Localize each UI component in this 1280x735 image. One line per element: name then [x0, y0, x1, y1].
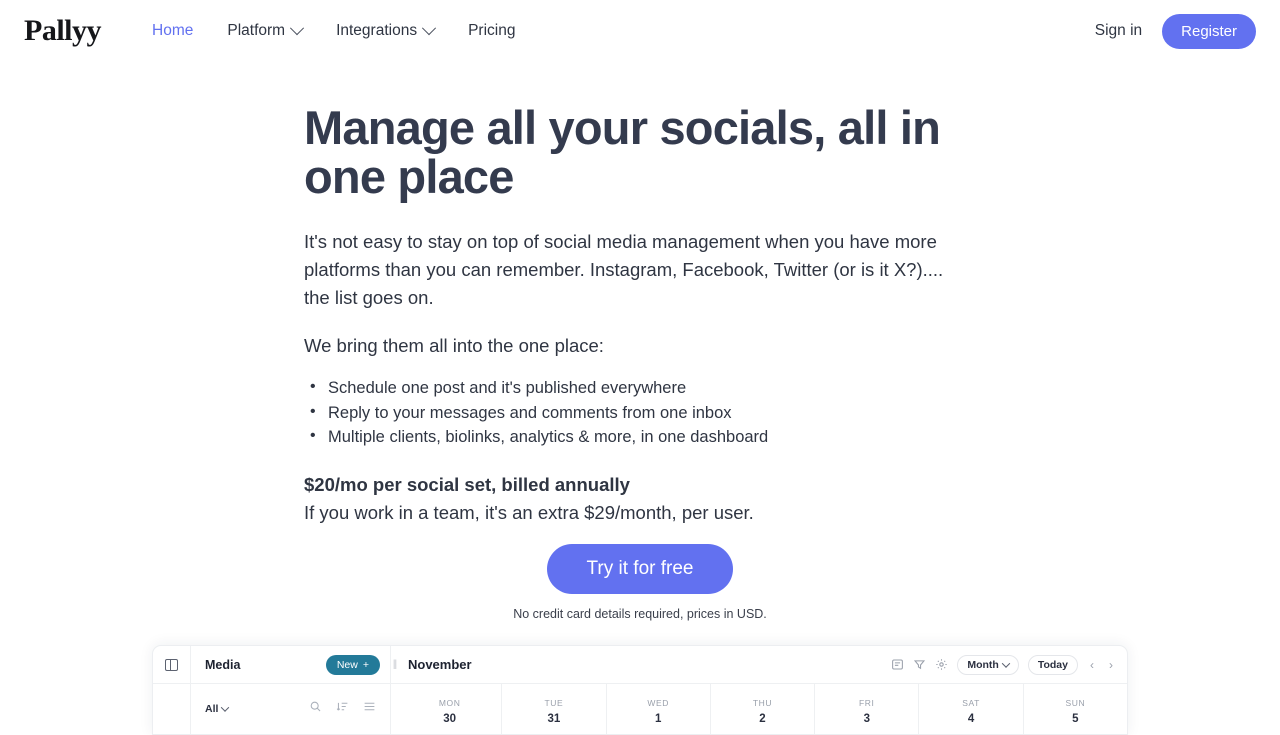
nav-item-platform[interactable]: Platform: [210, 14, 319, 48]
feature-list: Schedule one post and it's published eve…: [304, 375, 956, 449]
today-button[interactable]: Today: [1027, 654, 1078, 675]
media-filter-label: All: [205, 703, 219, 715]
day-of-week-label: MON: [438, 697, 461, 708]
new-media-button[interactable]: New +: [325, 654, 380, 675]
register-button[interactable]: Register: [1162, 13, 1256, 49]
calendar-day-header-row: MON 30 TUE 31 WED 1 THU 2 FRI 3 SAT 4 SU…: [398, 684, 1127, 734]
nav-item-home-label: Home: [152, 22, 194, 39]
day-of-week-label: THU: [752, 697, 773, 708]
calendar-view-selector[interactable]: Month: [957, 654, 1019, 675]
settings-icon[interactable]: [935, 658, 948, 671]
try-it-for-free-button[interactable]: Try it for free: [546, 544, 734, 594]
day-number: 3: [863, 712, 870, 725]
nav-item-platform-label: Platform: [227, 22, 286, 39]
day-of-week-label: FRI: [859, 697, 875, 708]
brand-logo[interactable]: Pallyy: [24, 16, 102, 46]
calendar-day-column[interactable]: SAT 4: [919, 684, 1024, 734]
nav-item-integrations-label: Integrations: [336, 22, 418, 39]
filter-icon[interactable]: [913, 658, 926, 671]
price-headline: $20/mo per social set, billed annually: [304, 474, 630, 496]
sort-icon[interactable]: [336, 700, 349, 718]
day-of-week-label: WED: [647, 697, 670, 708]
app-lower-row: All MON 30 TUE 31 WED 1 THU 2 FRI 3 SAT …: [153, 684, 1127, 734]
chevron-down-icon: [290, 21, 305, 36]
media-panel-title: Media: [205, 657, 241, 672]
chevron-down-icon: [221, 703, 230, 712]
list-item: Reply to your messages and comments from…: [304, 400, 956, 425]
list-view-icon[interactable]: [363, 700, 376, 718]
calendar-day-column[interactable]: WED 1: [607, 684, 711, 734]
list-item: Schedule one post and it's published eve…: [304, 375, 956, 400]
panel-divider: [391, 684, 398, 734]
day-number: 30: [443, 712, 457, 725]
media-filter-dropdown[interactable]: All: [205, 703, 230, 715]
chevron-left-icon[interactable]: ‹: [1087, 658, 1097, 672]
panel-toggle-icon: [165, 658, 178, 671]
media-filter-row: All: [191, 684, 391, 734]
calendar-view-label: Month: [967, 658, 999, 671]
cta-note: No credit card details required, prices …: [513, 607, 767, 621]
day-number: 4: [967, 712, 975, 725]
nav-item-integrations[interactable]: Integrations: [319, 14, 451, 48]
chevron-down-icon: [422, 21, 437, 36]
media-tool-icons: [309, 700, 376, 718]
day-number: 2: [759, 712, 766, 725]
day-of-week-label: TUE: [544, 697, 564, 708]
media-panel-header: Media New +: [191, 646, 391, 683]
plus-icon: +: [362, 658, 369, 671]
hero-lead: We bring them all into the one place:: [304, 335, 604, 357]
app-sidebar-rail: [153, 684, 191, 734]
search-icon[interactable]: [309, 700, 322, 718]
calendar-day-column[interactable]: THU 2: [711, 684, 816, 734]
day-number: 1: [655, 712, 662, 725]
sidebar-toggle-button[interactable]: [153, 646, 191, 683]
panel-resize-handle[interactable]: ||: [391, 646, 398, 683]
hero-section: Manage all your socials, all in one plac…: [304, 101, 956, 527]
top-navbar: Pallyy Home Platform Integrations Pricin…: [0, 0, 1280, 62]
primary-nav: Home Platform Integrations Pricing: [135, 14, 532, 48]
page-title: Manage all your socials, all in one plac…: [304, 101, 941, 203]
calendar-day-column[interactable]: TUE 31: [502, 684, 607, 734]
chevron-right-icon[interactable]: ›: [1106, 658, 1116, 672]
calendar-month-title: November: [408, 657, 472, 672]
calendar-day-column[interactable]: FRI 3: [815, 684, 920, 734]
nav-actions: Sign in Register: [1091, 13, 1256, 49]
app-topbar: Media New + || November Month Today ‹ ›: [153, 646, 1127, 684]
nav-item-pricing[interactable]: Pricing: [451, 14, 532, 48]
price-subtext: If you work in a team, it's an extra $29…: [304, 502, 754, 524]
day-of-week-label: SAT: [962, 697, 980, 708]
nav-item-pricing-label: Pricing: [468, 22, 516, 39]
day-number: 5: [1072, 712, 1079, 725]
day-of-week-label: SUN: [1065, 697, 1086, 708]
chevron-down-icon: [1001, 658, 1011, 668]
notes-icon[interactable]: [891, 658, 904, 671]
nav-item-home[interactable]: Home: [135, 14, 210, 48]
cta-section: Try it for free No credit card details r…: [304, 544, 976, 621]
calendar-day-column[interactable]: MON 30: [398, 684, 503, 734]
new-media-button-label: New: [336, 658, 358, 671]
day-number: 31: [547, 712, 561, 725]
calendar-day-column[interactable]: SUN 5: [1024, 684, 1127, 734]
list-item: Multiple clients, biolinks, analytics & …: [304, 424, 956, 449]
app-preview-card: Media New + || November Month Today ‹ › …: [152, 645, 1128, 735]
hero-paragraph: It's not easy to stay on top of social m…: [304, 230, 944, 308]
sign-in-link[interactable]: Sign in: [1091, 16, 1146, 46]
calendar-toolbar: Month Today ‹ ›: [891, 654, 1127, 675]
